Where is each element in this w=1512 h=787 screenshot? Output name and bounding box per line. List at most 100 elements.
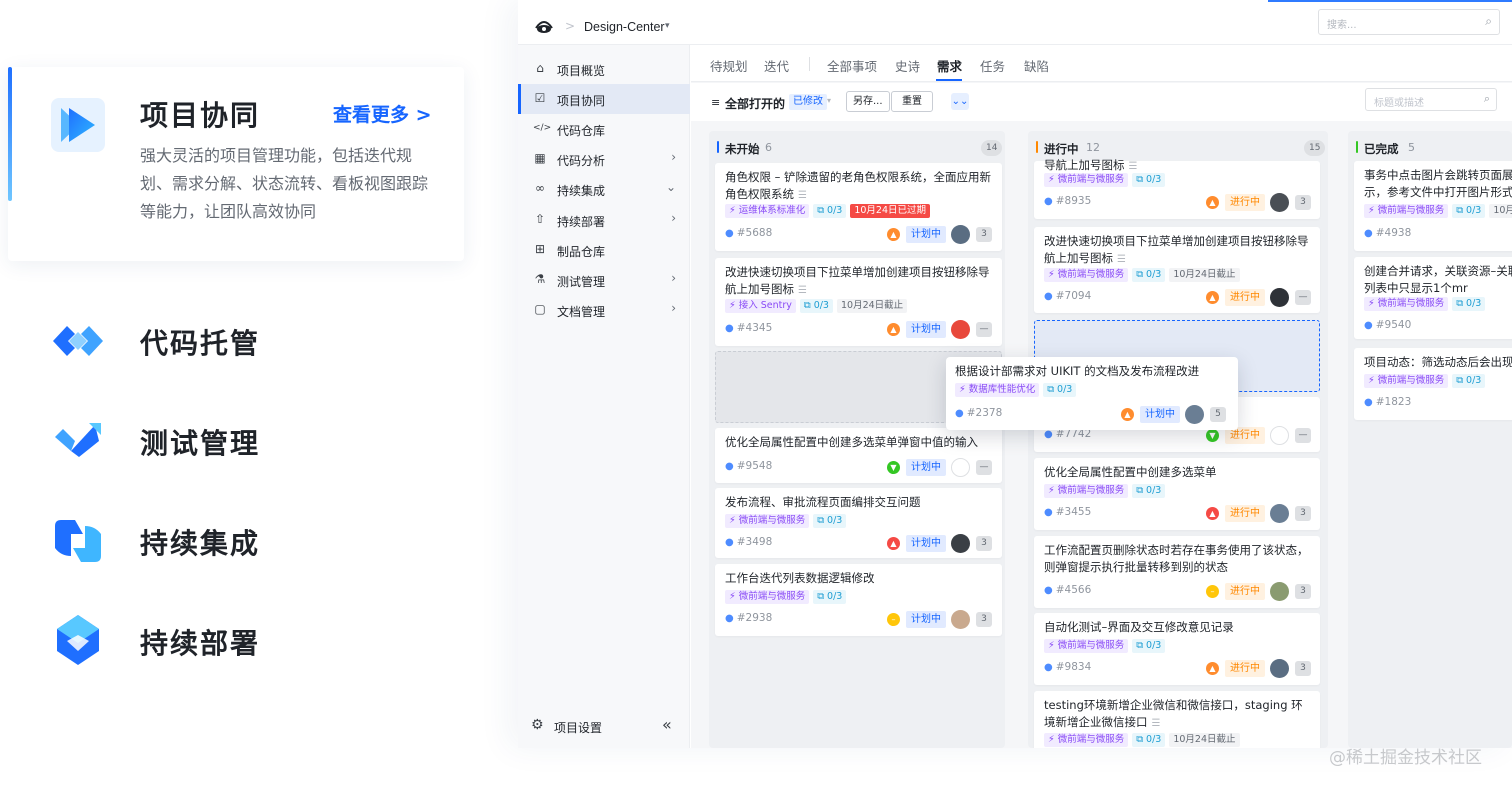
reset-button[interactable]: 重置 — [891, 91, 933, 112]
view-selector[interactable]: 全部打开的 — [725, 95, 785, 112]
global-search-input[interactable]: 搜索... ⌕ — [1318, 9, 1500, 35]
priority-icon[interactable]: ▼ — [887, 461, 900, 474]
tab-iteration[interactable]: 迭代 — [764, 56, 789, 75]
avatar[interactable] — [1270, 193, 1289, 212]
status-badge[interactable]: 计划中 — [1140, 406, 1180, 423]
priority-icon[interactable]: ▲ — [1121, 408, 1134, 421]
status-badge[interactable]: 计划中 — [906, 459, 946, 476]
card-id[interactable]: ● #9540 — [1364, 319, 1411, 331]
card-id[interactable]: ● #4566 — [1044, 584, 1091, 596]
priority-icon[interactable]: ▲ — [1206, 662, 1219, 675]
priority-icon[interactable]: ▲ — [1206, 291, 1219, 304]
card-id[interactable]: ● #7094 — [1044, 290, 1091, 302]
status-badge[interactable]: 计划中 — [906, 611, 946, 628]
card-id[interactable]: ● #5688 — [725, 227, 772, 239]
avatar[interactable] — [951, 320, 970, 339]
collapse-sidebar-icon[interactable]: « — [662, 715, 672, 734]
status-badge[interactable]: 进行中 — [1225, 505, 1265, 522]
avatar[interactable] — [1270, 426, 1289, 445]
tab-backlog[interactable]: 待规划 — [710, 56, 748, 75]
avatar[interactable] — [1270, 504, 1289, 523]
project-switcher[interactable]: Design-Center — [584, 20, 665, 34]
app-logo-icon[interactable] — [534, 18, 554, 34]
avatar[interactable] — [1270, 288, 1289, 307]
chevron-down-icon[interactable]: ▾ — [665, 21, 670, 31]
avatar[interactable] — [951, 458, 970, 477]
sidebar-item-overview[interactable]: ⌂ 项目概览 — [518, 54, 690, 84]
epic-tag[interactable]: ⚡ 微前端与微服务 — [1044, 484, 1129, 498]
tab-all-items[interactable]: 全部事项 — [827, 56, 877, 75]
epic-tag[interactable]: ⚡ 数据库性能优化 — [955, 383, 1040, 397]
epic-tag[interactable]: ⚡ 微前端与微服务 — [1044, 268, 1129, 282]
list-item[interactable]: 工作台迭代列表数据逻辑修改 ⚡ 微前端与微服务 ⧉ 0/3 ● #2938 – 计划… — [715, 564, 1002, 636]
list-item[interactable]: 角色权限 – 铲除遗留的老角色权限系统，全面应用新角色权限系统 ☰ ⚡ 运维体系标… — [715, 163, 1002, 251]
list-item[interactable]: 优化全局属性配置中创建多选菜单 ⚡ 微前端与微服务 ⧉ 0/3 ● #3455 ▲ … — [1034, 458, 1320, 530]
board-search-input[interactable]: 标题或描述 ⌕ — [1365, 88, 1497, 111]
sidebar-item-ci[interactable]: ∞ 持续集成 ⌄ — [518, 174, 690, 204]
card-id[interactable]: ● #1823 — [1364, 396, 1411, 408]
avatar[interactable] — [951, 610, 970, 629]
epic-tag[interactable]: ⚡ 微前端与微服务 — [1044, 639, 1129, 653]
avatar[interactable] — [951, 225, 970, 244]
list-item[interactable]: 创建合并请求，关联资源–关联列表中只显示1个mr ⚡ 微前端与微服务 ⧉ 0/3 … — [1354, 257, 1512, 339]
avatar[interactable] — [1270, 659, 1289, 678]
status-badge[interactable]: 进行中 — [1225, 289, 1265, 306]
list-item[interactable]: 项目动态：筛选动态后会出现 ⚡ 微前端与微服务 ⧉ 0/3 ● #1823 — [1354, 348, 1512, 420]
sidebar-item-analysis[interactable]: ▦ 代码分析 › — [518, 144, 690, 174]
status-badge[interactable]: 进行中 — [1225, 194, 1265, 211]
card-id[interactable]: ● #9548 — [725, 460, 772, 472]
sidebar-item-testing[interactable]: ⚗ 测试管理 › — [518, 265, 690, 295]
list-item[interactable]: 自动化测试–界面及交互修改意见记录 ⚡ 微前端与微服务 ⧉ 0/3 ● #9834 … — [1034, 613, 1320, 685]
avatar[interactable] — [951, 534, 970, 553]
epic-tag[interactable]: ⚡ 微前端与微服务 — [1364, 374, 1449, 388]
status-badge[interactable]: 计划中 — [906, 226, 946, 243]
sidebar-item-artifacts[interactable]: ⊞ 制品仓库 — [518, 235, 690, 265]
tab-bugs[interactable]: 缺陷 — [1024, 56, 1049, 75]
status-badge[interactable]: 计划中 — [906, 535, 946, 552]
card-id[interactable]: ● #9834 — [1044, 661, 1091, 673]
epic-tag[interactable]: ⚡ 微前端与微服务 — [1044, 173, 1129, 187]
tab-epic[interactable]: 史诗 — [895, 56, 920, 75]
priority-icon[interactable]: – — [887, 613, 900, 626]
epic-tag[interactable]: ⚡ 微前端与微服务 — [1044, 733, 1129, 747]
save-as-button[interactable]: 另存... — [846, 91, 890, 112]
list-item[interactable]: 改进快速切换项目下拉菜单增加创建项目按钮移除导航上加号图标 ☰ ⚡ 微前端与微服务… — [1034, 227, 1320, 313]
epic-tag[interactable]: ⚡ 运维体系标准化 — [725, 204, 810, 218]
priority-icon[interactable]: ▲ — [1206, 196, 1219, 209]
see-more-link[interactable]: 查看更多 > — [333, 100, 432, 127]
list-item[interactable]: 工作流配置页删除状态时若存在事务使用了该状态，则弹窗提示执行批量转移到别的状态 … — [1034, 536, 1320, 608]
card-id[interactable]: ● #2938 — [725, 612, 772, 624]
list-item[interactable]: testing环境新增企业微信和微信接口，staging 环境新增企业微信接口 ☰… — [1034, 691, 1320, 748]
card-id[interactable]: ● #3455 — [1044, 506, 1091, 518]
sidebar-item-deploy[interactable]: ⇧ 持续部署 › — [518, 205, 690, 235]
priority-icon[interactable]: ▲ — [887, 323, 900, 336]
priority-icon[interactable]: – — [1206, 585, 1219, 598]
chevron-down-icon[interactable]: ▾ — [827, 96, 831, 105]
sidebar-item-repo[interactable]: </> 代码仓库 — [518, 114, 690, 144]
card-id[interactable]: ● #4345 — [725, 322, 772, 334]
expand-filters-icon[interactable]: ⌄⌄ — [951, 93, 969, 110]
epic-tag[interactable]: ⚡ 接入 Sentry — [725, 299, 796, 313]
tab-tasks[interactable]: 任务 — [980, 56, 1005, 75]
avatar[interactable] — [1185, 405, 1204, 424]
priority-icon[interactable]: ▲ — [887, 537, 900, 550]
card-id[interactable]: ● #2378 — [955, 407, 1002, 419]
epic-tag[interactable]: ⚡ 微前端与微服务 — [1364, 204, 1449, 218]
status-badge[interactable]: 进行中 — [1225, 583, 1265, 600]
sidebar-item-collab[interactable]: ☑ 项目协同 — [518, 84, 690, 114]
card-id[interactable]: ● #4938 — [1364, 227, 1411, 239]
list-item[interactable]: 改进快速切换项目下拉菜单增加创建项目按钮移除导航上加号图标 ☰ ⚡ 接入 Sent… — [715, 258, 1002, 346]
priority-icon[interactable]: ▲ — [1206, 507, 1219, 520]
status-badge[interactable]: 进行中 — [1225, 660, 1265, 677]
status-badge[interactable]: 计划中 — [906, 321, 946, 338]
list-item[interactable]: 发布流程、审批流程页面编排交互问题 ⚡ 微前端与微服务 ⧉ 0/3 ● #3498 … — [715, 488, 1002, 558]
list-item[interactable]: 导航上加号图标 ☰ ⚡ 微前端与微服务 ⧉ 0/3 ● #8935 ▲ 进行中 3 — [1034, 158, 1320, 219]
epic-tag[interactable]: ⚡ 微前端与微服务 — [725, 590, 810, 604]
priority-icon[interactable]: ▼ — [1206, 429, 1219, 442]
sidebar-item-docs[interactable]: ▢ 文档管理 › — [518, 295, 690, 325]
sidebar-item-settings[interactable]: ⚙ 项目设置 « — [518, 711, 690, 741]
epic-tag[interactable]: ⚡ 微前端与微服务 — [725, 514, 810, 528]
card-id[interactable]: ● #8935 — [1044, 195, 1091, 207]
avatar[interactable] — [1270, 582, 1289, 601]
tab-requirements[interactable]: 需求 — [937, 56, 962, 75]
